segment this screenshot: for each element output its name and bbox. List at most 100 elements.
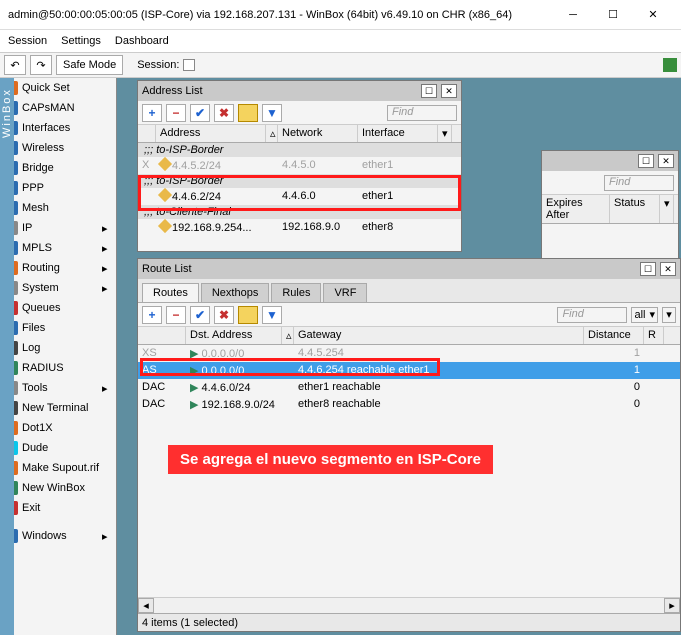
address-list-title: Address List: [142, 85, 203, 97]
remove-button[interactable]: −: [166, 104, 186, 122]
sidebar-item-ip[interactable]: IP▸: [0, 218, 116, 238]
submenu-arrow-icon: ▸: [102, 382, 112, 395]
address-row[interactable]: 4.4.6.2/244.4.6.0ether1: [138, 188, 461, 205]
addr-header-sort[interactable]: ▵: [266, 125, 278, 142]
sidebar-item-exit[interactable]: Exit: [0, 498, 116, 518]
sidebar-item-label: Routing: [22, 262, 60, 274]
sidebar: Quick SetCAPsMANInterfacesWirelessBridge…: [0, 78, 117, 635]
route-enable-button[interactable]: ✔: [190, 306, 210, 324]
sidebar-item-label: MPLS: [22, 242, 52, 254]
route-comment-button[interactable]: [238, 306, 258, 324]
scroll-left-arrow[interactable]: ◂: [138, 598, 154, 613]
filter-button[interactable]: ▼: [262, 104, 282, 122]
menu-dashboard[interactable]: Dashboard: [115, 35, 169, 47]
sidebar-item-ppp[interactable]: PPP: [0, 178, 116, 198]
disable-button[interactable]: ✖: [214, 104, 234, 122]
sidebar-item-label: Exit: [22, 502, 40, 514]
route-header-dst[interactable]: Dst. Address: [186, 327, 282, 344]
sidebar-item-new-terminal[interactable]: New Terminal: [0, 398, 116, 418]
addrwin-find-input[interactable]: Find: [387, 105, 457, 121]
close-button[interactable]: ✕: [633, 0, 673, 30]
addr-header-interface[interactable]: Interface: [358, 125, 438, 142]
tab-rules[interactable]: Rules: [271, 283, 321, 302]
address-group-row[interactable]: ;;; to-ISP-Border: [138, 143, 461, 157]
sidebar-item-log[interactable]: Log: [0, 338, 116, 358]
side-tab-winbox[interactable]: WinBox: [0, 78, 14, 635]
route-row[interactable]: DAC▶ 4.4.6.0/24ether1 reachable0: [138, 379, 680, 396]
sidebar-item-system[interactable]: System▸: [0, 278, 116, 298]
redo-button[interactable]: ↷: [30, 55, 52, 75]
route-header-gateway[interactable]: Gateway: [294, 327, 584, 344]
route-disable-button[interactable]: ✖: [214, 306, 234, 324]
addr-header-network[interactable]: Network: [278, 125, 358, 142]
route-horizontal-scrollbar[interactable]: ◂ ▸: [138, 597, 680, 613]
tab-nexthops[interactable]: Nexthops: [201, 283, 269, 302]
routewin-restore-button[interactable]: ☐: [640, 262, 656, 276]
route-add-button[interactable]: +: [142, 306, 162, 324]
sidebar-item-make-supout-rif[interactable]: Make Supout.rif: [0, 458, 116, 478]
tab-vrf[interactable]: VRF: [323, 283, 367, 302]
bgwin-close-button[interactable]: ✕: [658, 154, 674, 168]
maximize-button[interactable]: ☐: [593, 0, 633, 30]
route-header-sort[interactable]: ▵: [282, 327, 294, 344]
enable-button[interactable]: ✔: [190, 104, 210, 122]
sidebar-item-label: Windows: [22, 530, 67, 542]
address-row[interactable]: X4.4.5.2/244.4.5.0ether1: [138, 157, 461, 174]
sidebar-item-bridge[interactable]: Bridge: [0, 158, 116, 178]
menu-bar: Session Settings Dashboard: [0, 30, 681, 52]
address-group-row[interactable]: ;;; to-ISP-Border: [138, 174, 461, 188]
addr-header-flag[interactable]: [138, 125, 156, 142]
scroll-right-arrow[interactable]: ▸: [664, 598, 680, 613]
route-row[interactable]: XS▶ 0.0.0.0/04.4.5.2541: [138, 345, 680, 362]
sidebar-item-queues[interactable]: Queues: [0, 298, 116, 318]
route-remove-button[interactable]: −: [166, 306, 186, 324]
sidebar-item-dude[interactable]: Dude: [0, 438, 116, 458]
route-list-window[interactable]: Route List ☐ ✕ RoutesNexthopsRulesVRF + …: [137, 258, 681, 632]
sidebar-item-wireless[interactable]: Wireless: [0, 138, 116, 158]
minimize-button[interactable]: ─: [553, 0, 593, 30]
sidebar-item-files[interactable]: Files: [0, 318, 116, 338]
sidebar-item-mesh[interactable]: Mesh: [0, 198, 116, 218]
tab-routes[interactable]: Routes: [142, 283, 199, 302]
bgwin-find-input[interactable]: Find: [604, 175, 674, 191]
sidebar-item-interfaces[interactable]: Interfaces: [0, 118, 116, 138]
route-header-flags[interactable]: [138, 327, 186, 344]
route-row[interactable]: AS▶ 0.0.0.0/04.4.6.254 reachable ether11: [138, 362, 680, 379]
sidebar-item-new-winbox[interactable]: New WinBox: [0, 478, 116, 498]
undo-button[interactable]: ↶: [4, 55, 26, 75]
menu-session[interactable]: Session: [8, 35, 47, 47]
safe-mode-button[interactable]: Safe Mode: [56, 55, 123, 75]
addrwin-close-button[interactable]: ✕: [441, 84, 457, 98]
bgwin-header-status[interactable]: Status: [610, 195, 660, 223]
background-window[interactable]: ☐ ✕ Find Expires After Status ▾: [541, 150, 679, 260]
route-extra-select[interactable]: ▾: [662, 307, 676, 323]
route-header-distance[interactable]: Distance: [584, 327, 644, 344]
address-icon: [158, 188, 172, 202]
route-row[interactable]: DAC▶ 192.168.9.0/24ether8 reachable0: [138, 396, 680, 413]
sidebar-item-routing[interactable]: Routing▸: [0, 258, 116, 278]
route-header-r[interactable]: R: [644, 327, 664, 344]
route-find-input[interactable]: Find: [557, 307, 627, 323]
sidebar-item-quick-set[interactable]: Quick Set: [0, 78, 116, 98]
bgwin-restore-button[interactable]: ☐: [638, 154, 654, 168]
menu-settings[interactable]: Settings: [61, 35, 101, 47]
address-row[interactable]: 192.168.9.254...192.168.9.0ether8: [138, 219, 461, 236]
sidebar-item-mpls[interactable]: MPLS▸: [0, 238, 116, 258]
route-filter-button[interactable]: ▼: [262, 306, 282, 324]
address-group-row[interactable]: ;;; to-Cliente-Final: [138, 205, 461, 219]
sidebar-item-tools[interactable]: Tools▸: [0, 378, 116, 398]
route-scope-select[interactable]: all▾: [631, 307, 658, 323]
address-list-window[interactable]: Address List ☐ ✕ + − ✔ ✖ ▼ Find Address …: [137, 80, 462, 252]
sidebar-item-capsman[interactable]: CAPsMAN: [0, 98, 116, 118]
sidebar-item-radius[interactable]: RADIUS: [0, 358, 116, 378]
addr-header-address[interactable]: Address: [156, 125, 266, 142]
addrwin-restore-button[interactable]: ☐: [421, 84, 437, 98]
routewin-close-button[interactable]: ✕: [660, 262, 676, 276]
bgwin-header-expires[interactable]: Expires After: [542, 195, 610, 223]
add-button[interactable]: +: [142, 104, 162, 122]
sidebar-item-windows[interactable]: Windows▸: [0, 526, 116, 546]
sidebar-item-dot1x[interactable]: Dot1X: [0, 418, 116, 438]
bgwin-header-more[interactable]: ▾: [660, 195, 674, 223]
comment-button[interactable]: [238, 104, 258, 122]
addr-header-more[interactable]: ▾: [438, 125, 452, 142]
